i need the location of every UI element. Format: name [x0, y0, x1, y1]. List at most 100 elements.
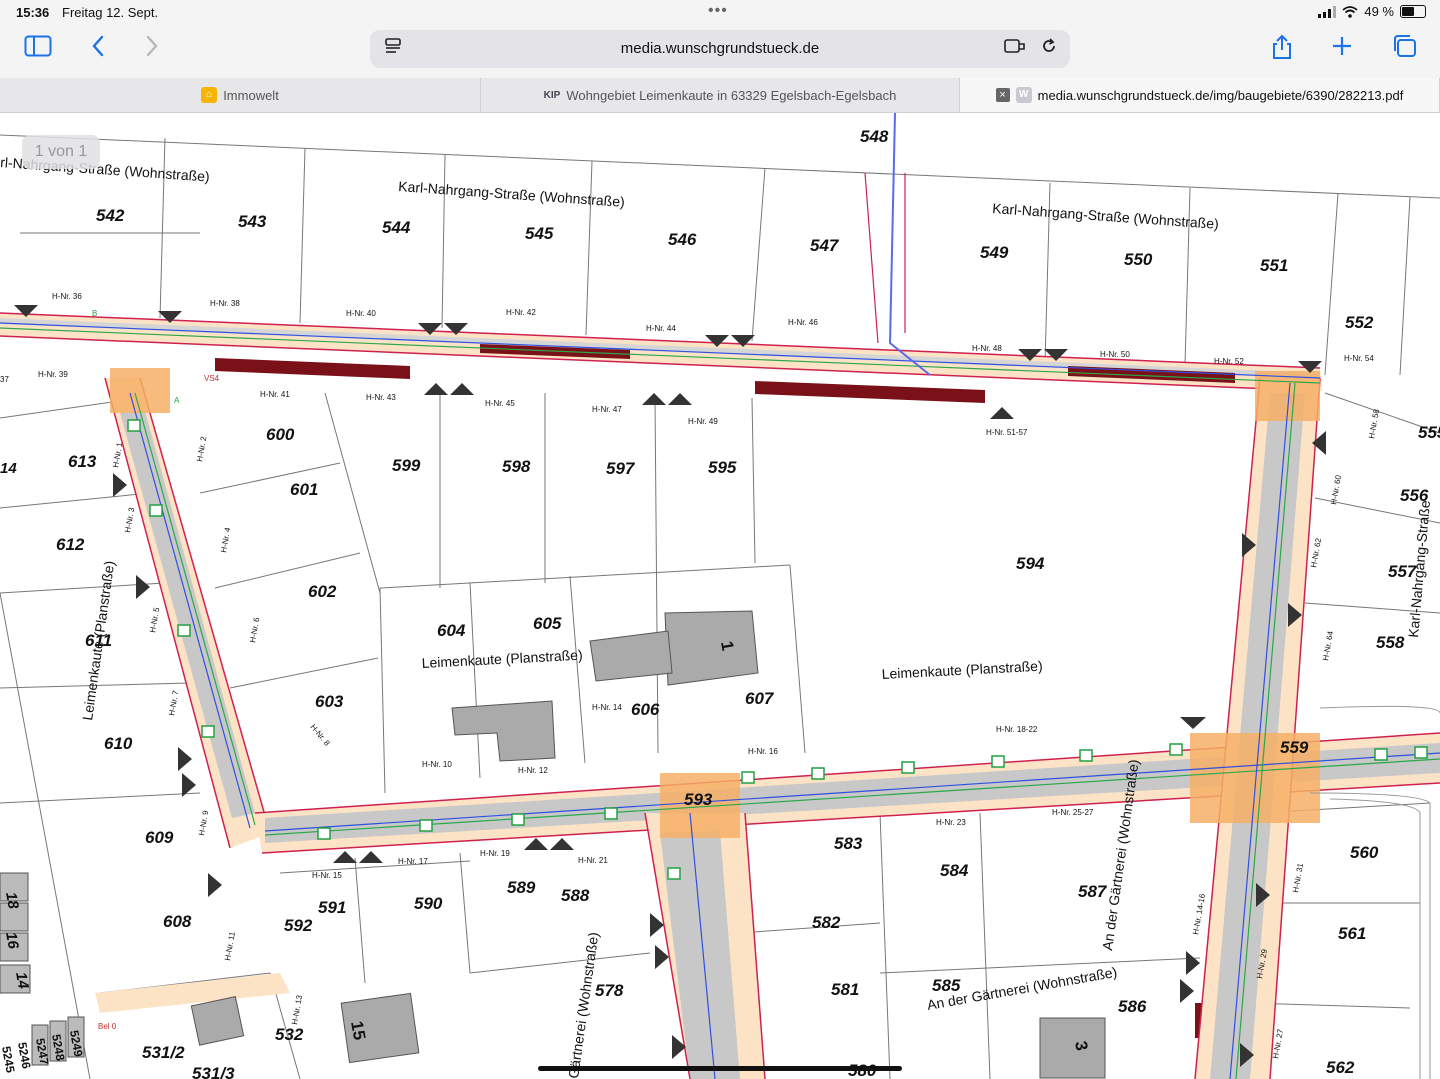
plot-number: 581	[831, 980, 859, 999]
w-favicon-icon: W	[1015, 87, 1032, 103]
edge-number: 14	[0, 460, 17, 477]
plot-number: 587	[1078, 882, 1108, 901]
tab-overview-icon[interactable]	[1388, 34, 1420, 66]
house-number: H-Nr. 1	[111, 441, 124, 468]
plot-number: 531/3	[192, 1064, 235, 1079]
plot-number: 531/2	[142, 1043, 185, 1062]
house-number: H-Nr. 31	[1291, 862, 1305, 893]
plot-number: 594	[1016, 554, 1045, 573]
plot-number: 546	[668, 230, 697, 249]
battery-icon	[1400, 5, 1426, 18]
address-bar[interactable]: media.wunschgrundstueck.de	[370, 30, 1070, 68]
house-number: H-Nr. 2	[195, 435, 208, 462]
close-tab-icon[interactable]: ×	[995, 88, 1010, 102]
plot-number: 552	[1345, 313, 1374, 332]
house-number: H-Nr. 25-27	[1052, 808, 1094, 817]
street-name: Leimenkaute (Planstraße)	[881, 658, 1043, 682]
forward-button-icon[interactable]	[136, 34, 168, 66]
plot-number: 600	[266, 425, 295, 444]
plot-number: 544	[382, 218, 411, 237]
edge-number: B	[92, 309, 97, 318]
tab-label: media.wunschgrundstueck.de/img/baugebiet…	[1037, 87, 1404, 103]
sidebar-toggle-icon[interactable]	[22, 34, 54, 66]
tab-immowelt[interactable]: ⌂ Immowelt	[0, 78, 481, 112]
plot-number: 547	[810, 236, 840, 255]
house-number: H-Nr. 23	[936, 818, 966, 827]
plot-number: 612	[56, 535, 85, 554]
house-number: H-Nr. 21	[578, 856, 608, 865]
plot-number: 586	[1118, 997, 1147, 1016]
plot-number: 603	[315, 692, 344, 711]
house-number: H-Nr. 49	[688, 417, 718, 426]
back-button-icon[interactable]	[82, 34, 114, 66]
house-number: H-Nr. 7	[167, 689, 180, 716]
tab-pdf[interactable]: × W media.wunschgrundstueck.de/img/bauge…	[960, 78, 1440, 112]
share-icon[interactable]	[1266, 34, 1298, 66]
house-number: H-Nr. 6	[248, 616, 261, 643]
status-date: Freitag 12. Sept.	[62, 5, 159, 20]
plot-number: 543	[238, 212, 267, 231]
home-indicator[interactable]	[538, 1066, 902, 1071]
multitasking-dots-icon[interactable]: •••	[708, 2, 728, 20]
house-number: H-Nr. 45	[485, 399, 515, 408]
plot-number: 589	[507, 878, 536, 897]
plot-number: 584	[940, 861, 969, 880]
plot-number: 590	[414, 894, 443, 913]
house-number: H-Nr. 9	[197, 809, 210, 836]
house-number: H-Nr. 14-16	[1191, 893, 1207, 936]
house-number: H-Nr. 36	[52, 292, 82, 301]
edge-number: 37	[0, 375, 9, 384]
plot-number: 532	[275, 1025, 304, 1044]
reload-icon[interactable]	[1036, 36, 1062, 62]
house-number: H-Nr. 58	[1367, 408, 1381, 439]
status-indicators: 49 %	[1318, 4, 1426, 19]
house-number: H-Nr. 41	[260, 390, 290, 399]
plot-number: 545	[525, 224, 554, 243]
new-tab-icon[interactable]	[1326, 34, 1358, 66]
house-number: H-Nr. 13	[290, 994, 304, 1025]
translate-icon[interactable]	[1002, 36, 1028, 62]
immowelt-favicon-icon: ⌂	[201, 87, 218, 103]
street-name: Gärtnerei (Wohnstraße)	[565, 931, 601, 1079]
plot-number: 592	[284, 916, 313, 935]
plot-number: 578	[595, 981, 624, 1000]
browser-toolbar: media.wunschgrundstueck.de	[0, 24, 1440, 78]
house-number: H-Nr. 4	[219, 526, 232, 553]
page-indicator: 1 von 1	[22, 135, 100, 169]
plot-number: 605	[533, 614, 562, 633]
house-number: H-Nr. 48	[972, 344, 1002, 353]
tab-label: Immowelt	[223, 87, 279, 103]
house-number: H-Nr. 44	[646, 324, 676, 333]
plot-number: 613	[68, 452, 97, 471]
plot-number: 549	[980, 243, 1009, 262]
plot-number: 559	[1280, 738, 1309, 757]
house-number: H-Nr. 38	[210, 299, 240, 308]
house-number: H-Nr. 11	[223, 930, 237, 961]
house-number: H-Nr. 47	[592, 405, 622, 414]
edge-number: 5246	[15, 1041, 33, 1070]
house-number: H-Nr. 17	[398, 857, 428, 866]
plot-number: 551	[1260, 256, 1288, 275]
house-number: H-Nr. 40	[346, 309, 376, 318]
plot-number: 602	[308, 582, 337, 601]
pdf-viewer[interactable]: 542 543 544 545 546 547 548 549 550 551 …	[0, 113, 1440, 1079]
house-number: H-Nr. 60	[1329, 474, 1343, 505]
house-number: H-Nr. 16	[748, 747, 778, 756]
plot-number: 558	[1376, 633, 1405, 652]
street-name: Leimenkaute (Planstraße)	[421, 647, 583, 671]
edge-number: A	[174, 396, 180, 405]
plot-number: 555	[1418, 423, 1440, 442]
tab-wohngebiet[interactable]: KIP Wohngebiet Leimenkaute in 63329 Egel…	[481, 78, 960, 112]
house-number: H-Nr. 12	[518, 766, 548, 775]
plot-number: 607	[745, 689, 775, 708]
street-name: Karl-Nahrgang-Straße (Wohnstraße)	[992, 200, 1220, 232]
house-number: H-Nr. 19	[480, 849, 510, 858]
plot-number: 597	[606, 459, 636, 478]
plot-number: 598	[502, 457, 531, 476]
house-number: H-Nr. 50	[1100, 350, 1130, 359]
tab-label: Wohngebiet Leimenkaute in 63329 Egelsbac…	[566, 87, 897, 103]
plot-number: 15	[347, 1020, 369, 1042]
plot-number: 561	[1338, 924, 1366, 943]
house-number: H-Nr. 10	[422, 760, 452, 769]
house-number: H-Nr. 8	[308, 723, 332, 749]
